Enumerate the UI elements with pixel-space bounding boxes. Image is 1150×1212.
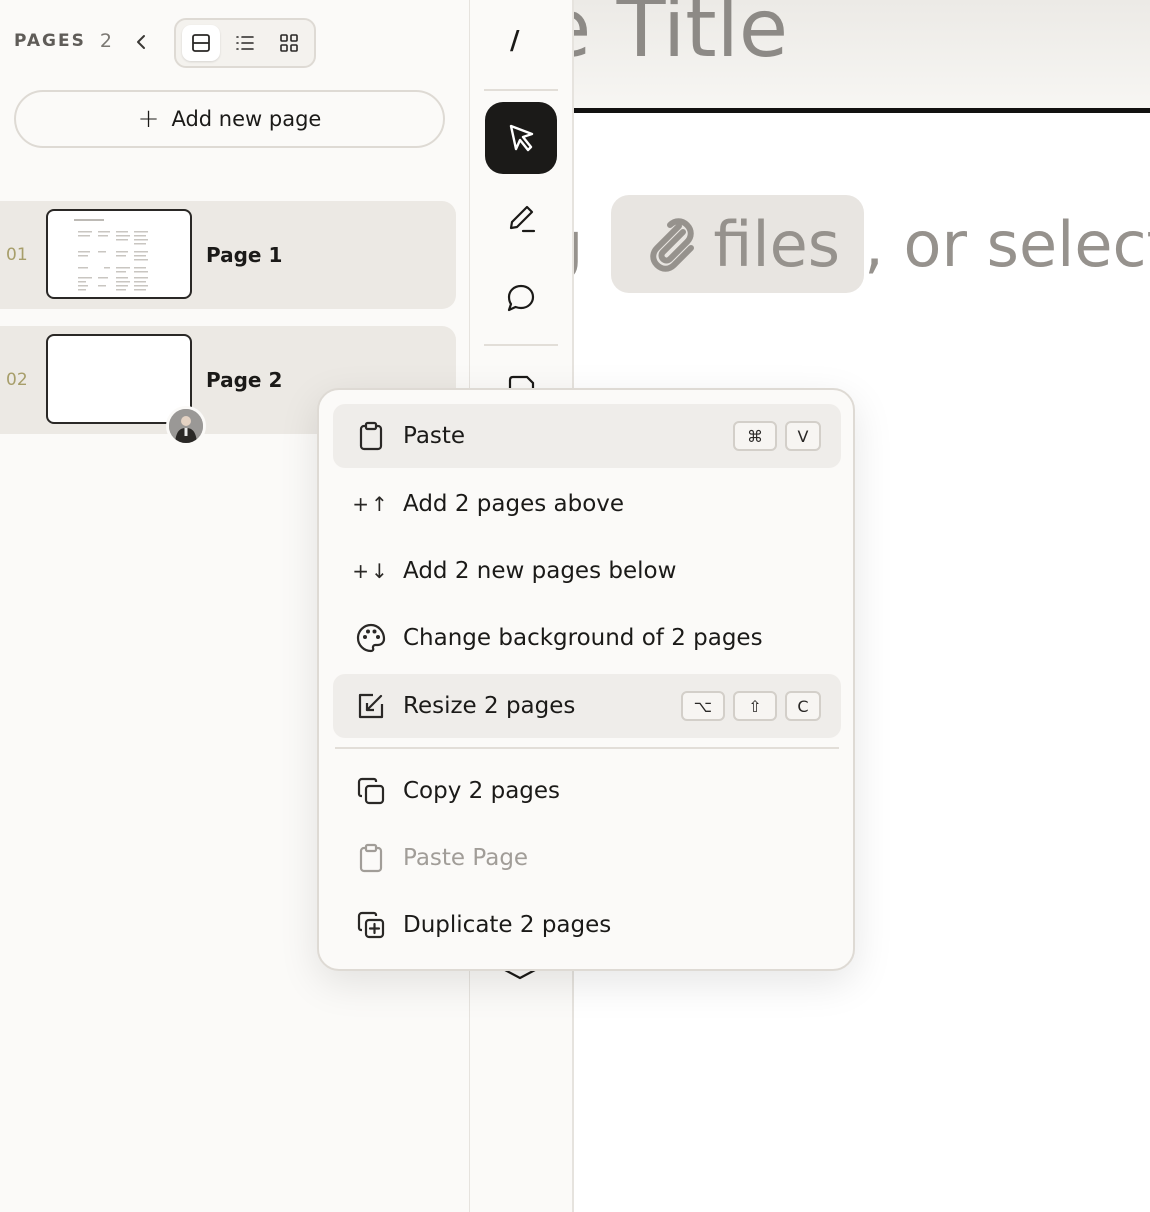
pen-tool-button[interactable] <box>485 182 557 254</box>
menu-item-label: Add 2 new pages below <box>403 558 677 584</box>
menu-item-copy-pages[interactable]: Copy 2 pages <box>333 759 841 823</box>
pages-header: PAGES 2 <box>14 30 112 52</box>
note-tool-button[interactable] <box>485 356 557 390</box>
page-context-menu: Paste ⌘ V +↑ Add 2 pages above +↓ Add 2 … <box>317 388 855 971</box>
page-thumbnail-content <box>74 219 148 291</box>
menu-item-label: Paste Page <box>403 845 529 871</box>
view-grid-button[interactable] <box>270 25 308 61</box>
resize-icon <box>351 686 391 726</box>
plus-icon: + <box>137 104 160 134</box>
menu-item-label: Paste <box>403 423 466 449</box>
add-new-page-button[interactable]: + Add new page <box>14 90 445 148</box>
palette-icon <box>351 618 391 658</box>
select-tool-button[interactable] <box>485 102 557 174</box>
page-name: Page 1 <box>206 243 283 267</box>
menu-divider <box>335 747 839 749</box>
plus-down-icon: +↓ <box>352 559 390 583</box>
sticky-note-icon <box>508 375 535 390</box>
menu-item-add-pages-above[interactable]: +↑ Add 2 pages above <box>333 472 841 536</box>
menu-item-duplicate-pages[interactable]: Duplicate 2 pages <box>333 893 841 957</box>
collapse-panel-button[interactable] <box>131 30 151 54</box>
pages-count: 2 <box>99 30 112 52</box>
cursor-arrow-icon <box>509 124 534 152</box>
drop-zone-hint: g files , or select <box>574 195 1150 293</box>
menu-item-resize-pages[interactable]: Resize 2 pages ⌥ ⇧ C <box>333 674 841 738</box>
page-name: Page 2 <box>206 368 283 392</box>
toolbar-divider <box>484 344 558 346</box>
page-thumbnail[interactable] <box>46 334 192 424</box>
menu-item-paste-page[interactable]: Paste Page <box>333 826 841 890</box>
comment-tool-button[interactable] <box>485 262 557 334</box>
menu-item-label: Duplicate 2 pages <box>403 912 612 938</box>
user-avatar-icon <box>169 409 203 443</box>
avatar[interactable] <box>166 406 206 446</box>
page-number: 02 <box>6 370 28 390</box>
page-title-area: e Title <box>574 0 1150 113</box>
shortcut-keys: ⌥ ⇧ C <box>681 691 821 721</box>
page-title[interactable]: e Title <box>574 0 788 75</box>
menu-item-label: Copy 2 pages <box>403 778 561 804</box>
menu-item-label: Resize 2 pages <box>403 693 576 719</box>
command-key: ⌘ <box>733 421 777 451</box>
view-mode-switch <box>174 18 316 68</box>
toolbar-divider <box>484 89 558 91</box>
page-number: 01 <box>6 245 28 265</box>
comment-bubble-icon <box>507 284 535 312</box>
clipboard-icon <box>351 416 391 456</box>
pages-label: PAGES <box>14 31 86 51</box>
drop-hint-prefix: g <box>574 208 583 281</box>
add-new-page-label: Add new page <box>171 107 322 131</box>
single-page-view-icon <box>192 34 210 52</box>
duplicate-icon <box>351 905 391 945</box>
chevron-left-icon <box>137 35 145 49</box>
command-slash-button[interactable]: / <box>510 26 520 56</box>
clipboard-icon <box>351 838 391 878</box>
paperclip-icon <box>650 218 695 272</box>
drop-hint-suffix: , or select <box>864 207 1150 281</box>
page-list-item[interactable]: 01 Page 1 <box>0 201 456 309</box>
page-thumbnail[interactable] <box>46 209 192 299</box>
list-view-icon <box>236 36 254 50</box>
shortcut-keys: ⌘ V <box>733 421 821 451</box>
menu-item-label: Change background of 2 pages <box>403 625 763 651</box>
view-single-button[interactable] <box>182 25 220 61</box>
files-chip[interactable]: files <box>611 195 865 293</box>
menu-item-label: Add 2 pages above <box>403 491 625 517</box>
shift-key: ⇧ <box>733 691 777 721</box>
view-list-button[interactable] <box>226 25 264 61</box>
files-label: files <box>713 207 841 281</box>
copy-icon <box>351 771 391 811</box>
v-key: V <box>785 421 821 451</box>
menu-item-change-background[interactable]: Change background of 2 pages <box>333 606 841 670</box>
grid-view-icon <box>280 34 298 52</box>
c-key: C <box>785 691 821 721</box>
menu-item-add-pages-below[interactable]: +↓ Add 2 new pages below <box>333 539 841 603</box>
pencil-icon <box>509 205 536 233</box>
menu-item-paste[interactable]: Paste ⌘ V <box>333 404 841 468</box>
plus-up-icon: +↑ <box>352 492 390 516</box>
option-key: ⌥ <box>681 691 725 721</box>
